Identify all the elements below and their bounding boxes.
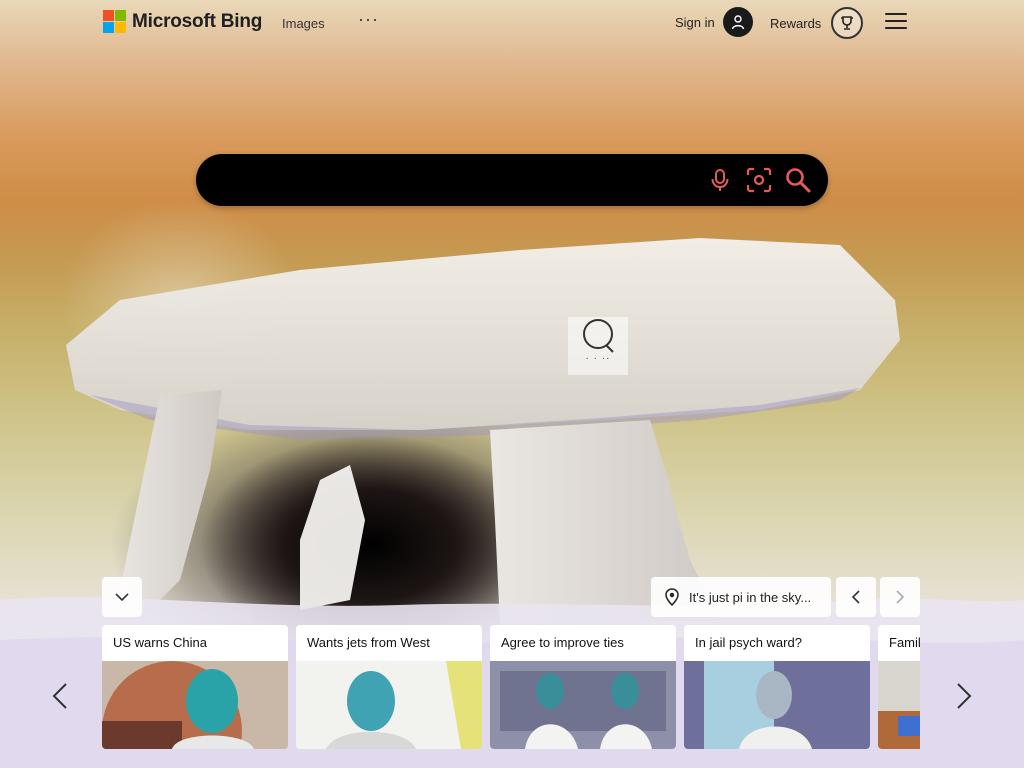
news-card[interactable]: Family: [878, 625, 920, 749]
news-card-image: [490, 661, 676, 749]
news-card[interactable]: In jail psych ward?: [684, 625, 870, 749]
microphone-icon[interactable]: [706, 166, 734, 194]
chevron-right-icon: [957, 683, 972, 709]
visual-search-hotspot[interactable]: · · ··: [568, 317, 628, 375]
user-icon: [722, 7, 753, 37]
news-card[interactable]: Agree to improve ties: [490, 625, 676, 749]
news-card-title: Family: [878, 625, 920, 661]
hotspot-dots: · · ··: [585, 353, 611, 364]
trophy-icon: [831, 7, 864, 39]
sign-in-button[interactable]: Sign in: [675, 7, 753, 37]
search-submit-icon[interactable]: [784, 166, 812, 194]
news-carousel: US warns China Wants jets from West Agre…: [102, 625, 920, 749]
rewards-label: Rewards: [770, 15, 822, 31]
search-input[interactable]: [216, 164, 690, 198]
location-pin-icon: [665, 588, 679, 606]
sign-in-label: Sign in: [675, 14, 715, 30]
news-card[interactable]: US warns China: [102, 625, 288, 749]
chevron-left-icon: [52, 683, 67, 709]
bing-logo[interactable]: Microsoft Bing: [103, 10, 262, 33]
news-card-title: US warns China: [102, 625, 288, 661]
visual-search-icon[interactable]: [745, 166, 773, 194]
news-card[interactable]: Wants jets from West: [296, 625, 482, 749]
microsoft-logo-icon: [103, 10, 126, 33]
image-caption-button[interactable]: It's just pi in the sky...: [651, 577, 831, 617]
magnifier-icon: [583, 319, 614, 353]
previous-image-button[interactable]: [836, 577, 876, 617]
next-image-button[interactable]: [880, 577, 920, 617]
carousel-next-button[interactable]: [952, 678, 976, 714]
nav-images-link[interactable]: Images: [282, 16, 325, 31]
collapse-feed-button[interactable]: [102, 577, 142, 617]
news-card-title: Agree to improve ties: [490, 625, 676, 661]
logo-text: Microsoft Bing: [132, 10, 263, 32]
hamburger-menu-icon[interactable]: [885, 13, 907, 31]
search-bar: [196, 154, 828, 206]
rewards-button[interactable]: Rewards: [770, 7, 864, 39]
chevron-left-icon: [851, 590, 860, 604]
more-menu-button[interactable]: ···: [358, 9, 379, 30]
chevron-down-icon: [115, 593, 129, 602]
news-card-image: [102, 661, 288, 749]
news-card-image: [296, 661, 482, 749]
news-card-title: Wants jets from West: [296, 625, 482, 661]
chevron-right-icon: [896, 590, 905, 604]
news-card-image: [684, 661, 870, 749]
carousel-prev-button[interactable]: [48, 678, 72, 714]
top-bar: Microsoft Bing Images ··· Sign in Reward…: [0, 0, 1024, 46]
news-card-image: [878, 661, 920, 749]
news-card-title: In jail psych ward?: [684, 625, 870, 661]
image-caption-text: It's just pi in the sky...: [689, 589, 812, 605]
